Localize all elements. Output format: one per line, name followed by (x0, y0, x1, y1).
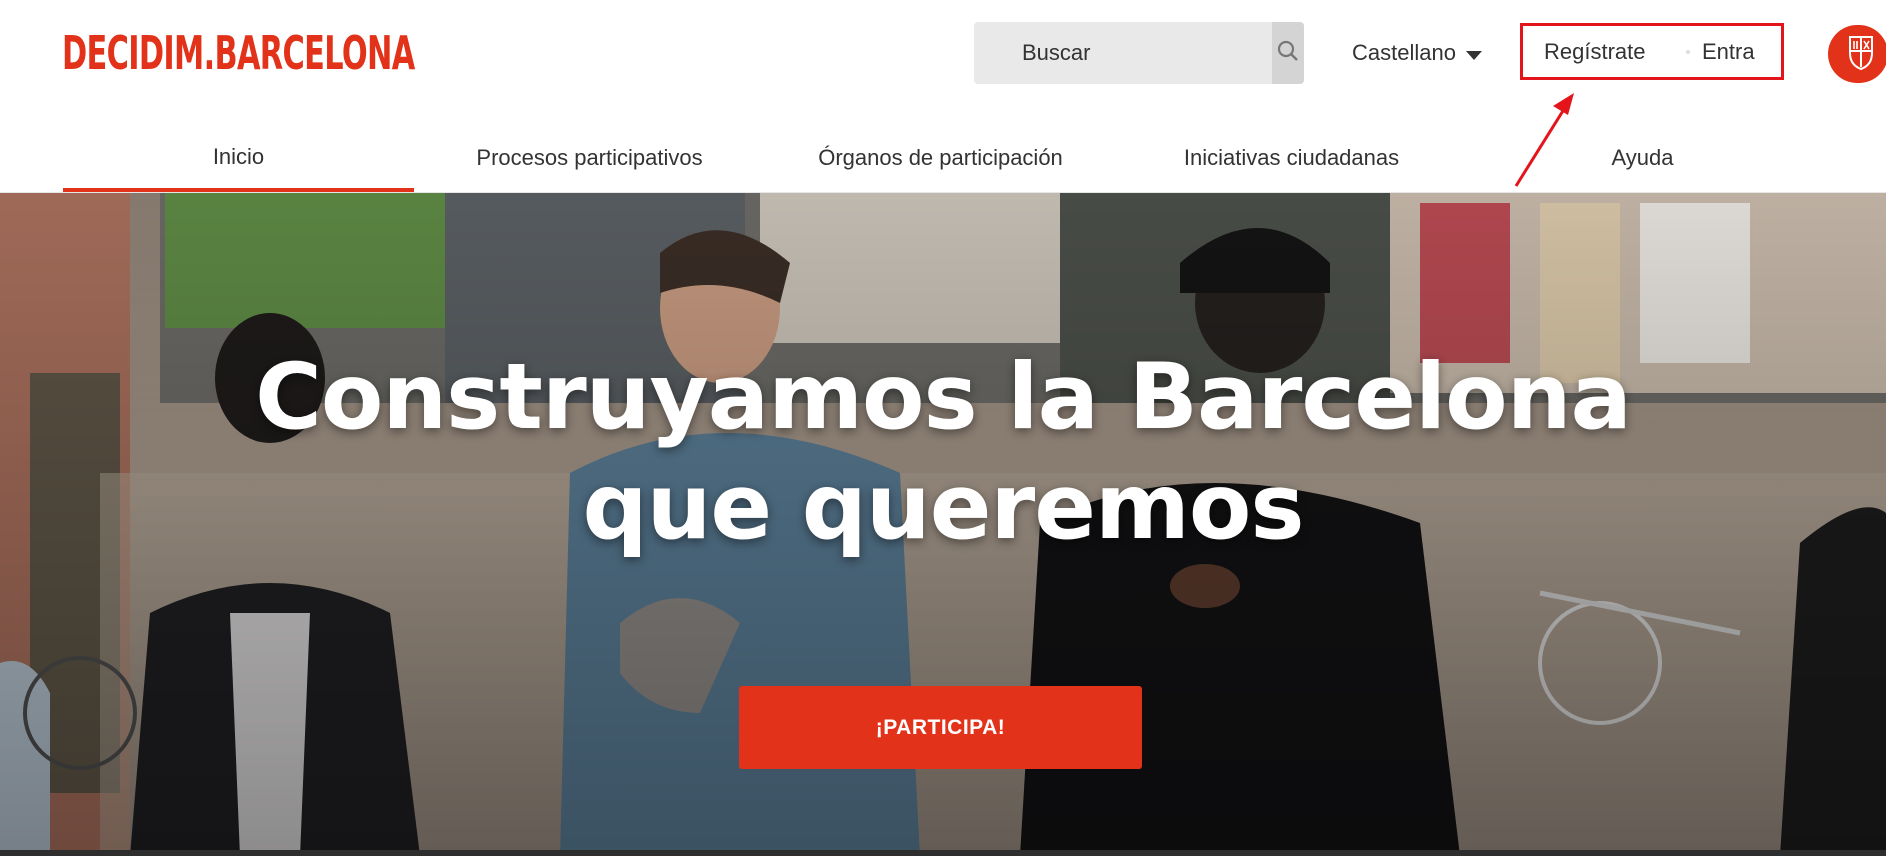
city-council-badge[interactable] (1828, 25, 1886, 83)
nav-item-ayuda[interactable]: Ayuda (1467, 126, 1818, 189)
hero-banner: Construyamos la Barcelona que queremos ¡… (0, 193, 1886, 856)
caret-down-icon (1465, 50, 1482, 60)
register-link[interactable]: Regístrate (1544, 26, 1646, 77)
search-input[interactable] (974, 22, 1244, 84)
hero-title: Construyamos la Barcelona que queremos (0, 343, 1886, 563)
nav-item-inicio[interactable]: Inicio (63, 126, 414, 193)
hero-title-line-2: que queremos (582, 455, 1304, 560)
language-selector[interactable]: Castellano (1352, 22, 1482, 84)
nav-item-procesos-participativos[interactable]: Procesos participativos (414, 126, 765, 189)
search-button[interactable] (1272, 22, 1304, 84)
main-navigation: Inicio Procesos participativos Órganos d… (63, 126, 1823, 193)
search-box (974, 22, 1304, 84)
hero-title-line-1: Construyamos la Barcelona (255, 345, 1632, 450)
language-label: Castellano (1352, 40, 1456, 65)
nav-item-organos-de-participacion[interactable]: Órganos de participación (765, 126, 1116, 189)
login-link[interactable]: Entra (1702, 26, 1755, 77)
site-logo[interactable]: DECIDIM.BARCELONA (62, 26, 415, 80)
nav-item-iniciativas-ciudadanas[interactable]: Iniciativas ciudadanas (1116, 126, 1467, 189)
participa-button[interactable]: ¡PARTICIPA! (739, 686, 1142, 769)
auth-separator (1686, 50, 1690, 54)
search-icon (1277, 40, 1299, 67)
barcelona-seal-icon (1842, 33, 1880, 76)
site-header: DECIDIM.BARCELONA Castellano Regístrate … (0, 0, 1886, 193)
auth-links-highlight: Regístrate Entra (1520, 23, 1784, 80)
